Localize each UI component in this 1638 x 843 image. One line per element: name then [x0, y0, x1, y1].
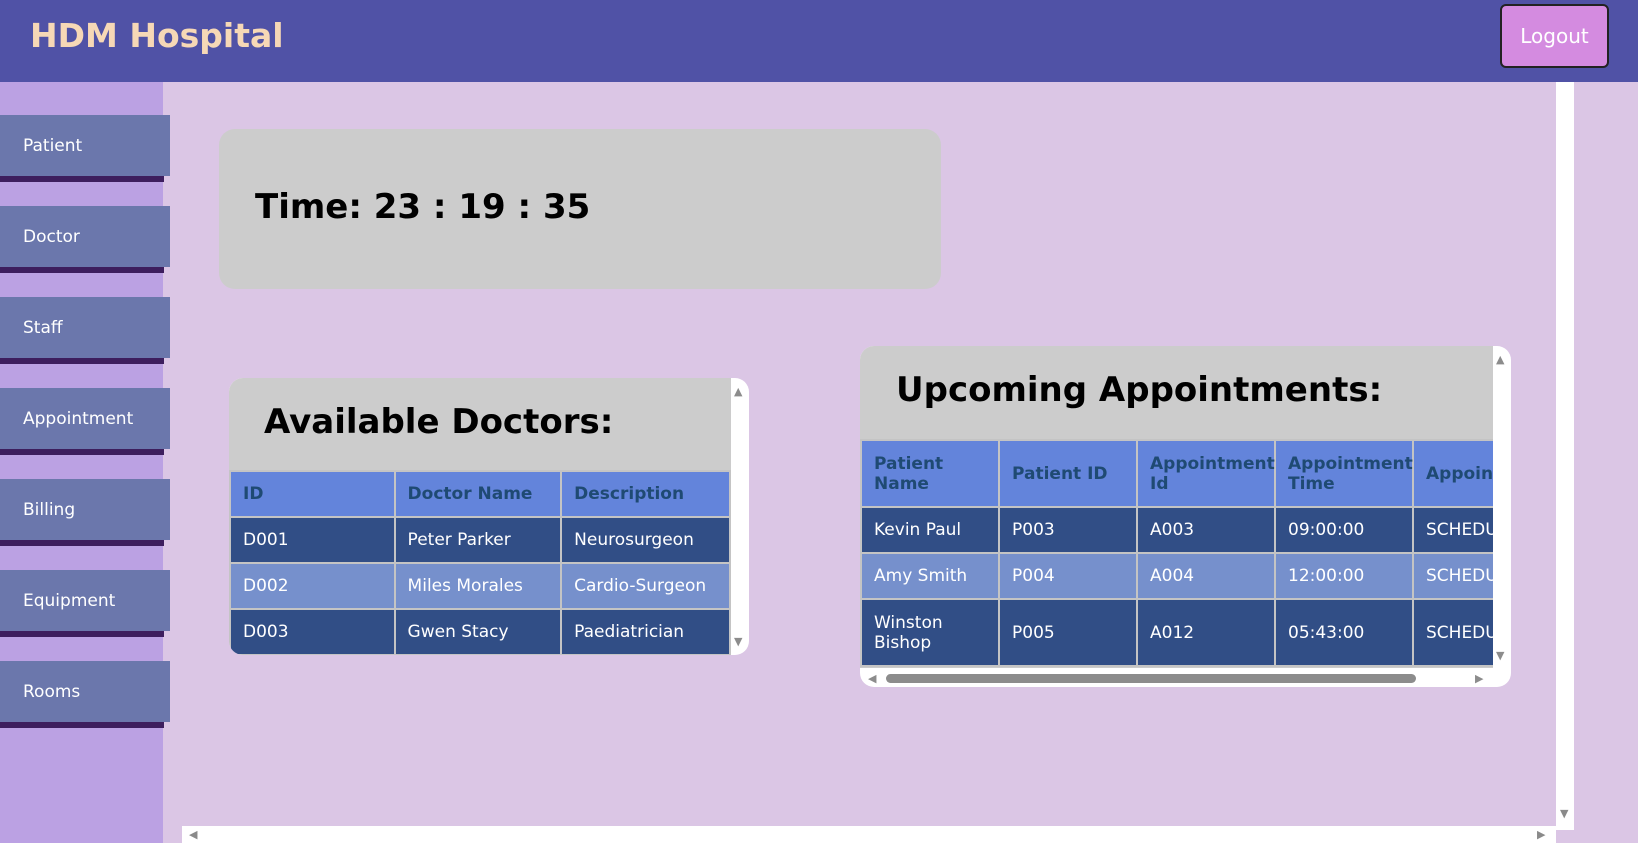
table-row[interactable]: Kevin Paul P003 A003 09:00:00 SCHEDU [860, 506, 1493, 554]
page-vertical-scrollbar[interactable] [1556, 82, 1574, 830]
table-cell: SCHEDU [1412, 506, 1493, 554]
scroll-up-icon[interactable]: ▲ [1496, 354, 1504, 365]
table-cell: Winston Bishop [860, 598, 1000, 667]
table-cell: Amy Smith [860, 552, 1000, 600]
sidebar-item-equipment[interactable]: Equipment [0, 570, 170, 631]
sidebar-item-label: Billing [23, 499, 76, 520]
sidebar-item-rooms[interactable]: Rooms [0, 661, 170, 722]
page-scroll-right-icon[interactable]: ▶ [1537, 829, 1545, 840]
table-cell: Cardio-Surgeon [560, 562, 731, 610]
scroll-down-icon[interactable]: ▼ [1496, 650, 1504, 661]
scroll-left-icon[interactable]: ◀ [868, 673, 876, 684]
table-cell: Peter Parker [393, 516, 563, 564]
table-cell: D002 [229, 562, 396, 610]
sidebar-item-doctor[interactable]: Doctor [0, 206, 170, 267]
sidebar-item-label: Appointment [23, 408, 134, 429]
sidebar-item-label: Staff [23, 317, 63, 338]
table-cell: SCHEDU [1412, 598, 1493, 667]
table-header-row: ID Doctor Name Description [229, 470, 731, 518]
sidebar-item-label: Rooms [23, 681, 81, 702]
sidebar-item-appointment[interactable]: Appointment [0, 388, 170, 449]
sidebar-item-patient[interactable]: Patient [0, 115, 170, 176]
table-row[interactable]: D001 Peter Parker Neurosurgeon [229, 516, 731, 564]
table-cell: 12:00:00 [1274, 552, 1414, 600]
column-header[interactable]: Appointment Id [1136, 439, 1276, 508]
doctors-title: Available Doctors: [264, 402, 614, 442]
table-cell: A004 [1136, 552, 1276, 600]
page-scroll-left-icon[interactable]: ◀ [189, 829, 197, 840]
hospital-brand: HDM Hospital [30, 16, 284, 55]
column-header[interactable]: ID [229, 470, 396, 518]
column-header[interactable]: Patient ID [998, 439, 1138, 508]
logout-button[interactable]: Logout [1500, 4, 1609, 68]
table-cell: D001 [229, 516, 396, 564]
table-cell: 09:00:00 [1274, 506, 1414, 554]
table-row[interactable]: D002 Miles Morales Cardio-Surgeon [229, 562, 731, 610]
table-cell: Kevin Paul [860, 506, 1000, 554]
clock-display: Time: 23 : 19 : 35 [255, 187, 591, 227]
appointments-title: Upcoming Appointments: [896, 370, 1383, 410]
table-cell: P005 [998, 598, 1138, 667]
table-cell: Miles Morales [393, 562, 563, 610]
page-scroll-down-icon[interactable]: ▼ [1560, 808, 1568, 819]
available-doctors-card: Available Doctors: ID Doctor Name Descri… [229, 378, 749, 655]
table-row[interactable]: D003 Gwen Stacy Paediatrician [229, 608, 731, 655]
table-header-row: Patient Name Patient ID Appointment Id A… [860, 439, 1493, 508]
horizontal-scroll-thumb[interactable] [886, 674, 1416, 683]
column-header[interactable]: Description [560, 470, 731, 518]
column-header[interactable]: Appointment Time [1274, 439, 1414, 508]
clock-card: Time: 23 : 19 : 35 [219, 129, 941, 289]
column-header[interactable]: Doctor Name [393, 470, 563, 518]
scroll-up-icon[interactable]: ▲ [734, 386, 742, 397]
table-cell: Neurosurgeon [560, 516, 731, 564]
table-cell: D003 [229, 608, 396, 655]
scroll-right-icon[interactable]: ▶ [1475, 673, 1483, 684]
doctors-table: ID Doctor Name Description D001 Peter Pa… [229, 470, 731, 655]
table-cell: P003 [998, 506, 1138, 554]
sidebar-item-label: Equipment [23, 590, 116, 611]
sidebar-item-billing[interactable]: Billing [0, 479, 170, 540]
table-cell: A003 [1136, 506, 1276, 554]
table-cell: 05:43:00 [1274, 598, 1414, 667]
page-horizontal-scrollbar[interactable] [182, 826, 1556, 843]
table-cell: Paediatrician [560, 608, 731, 655]
table-cell: SCHEDU [1412, 552, 1493, 600]
table-cell: Gwen Stacy [393, 608, 563, 655]
scroll-down-icon[interactable]: ▼ [734, 636, 742, 647]
table-row[interactable]: Amy Smith P004 A004 12:00:00 SCHEDU [860, 552, 1493, 600]
column-header[interactable]: Appoint Status [1412, 439, 1493, 508]
table-cell: P004 [998, 552, 1138, 600]
top-header: HDM Hospital Logout [0, 0, 1638, 82]
sidebar-item-label: Patient [23, 135, 83, 156]
table-cell: A012 [1136, 598, 1276, 667]
table-row[interactable]: Winston Bishop P005 A012 05:43:00 SCHEDU [860, 598, 1493, 667]
sidebar-item-label: Doctor [23, 226, 80, 247]
appointments-table: Patient Name Patient ID Appointment Id A… [860, 439, 1493, 667]
sidebar: Patient Doctor Staff Appointment Billing… [0, 82, 170, 843]
upcoming-appointments-card: Upcoming Appointments: Patient Name Pati… [860, 346, 1511, 687]
column-header[interactable]: Patient Name [860, 439, 1000, 508]
right-margin [1574, 82, 1638, 843]
sidebar-item-staff[interactable]: Staff [0, 297, 170, 358]
